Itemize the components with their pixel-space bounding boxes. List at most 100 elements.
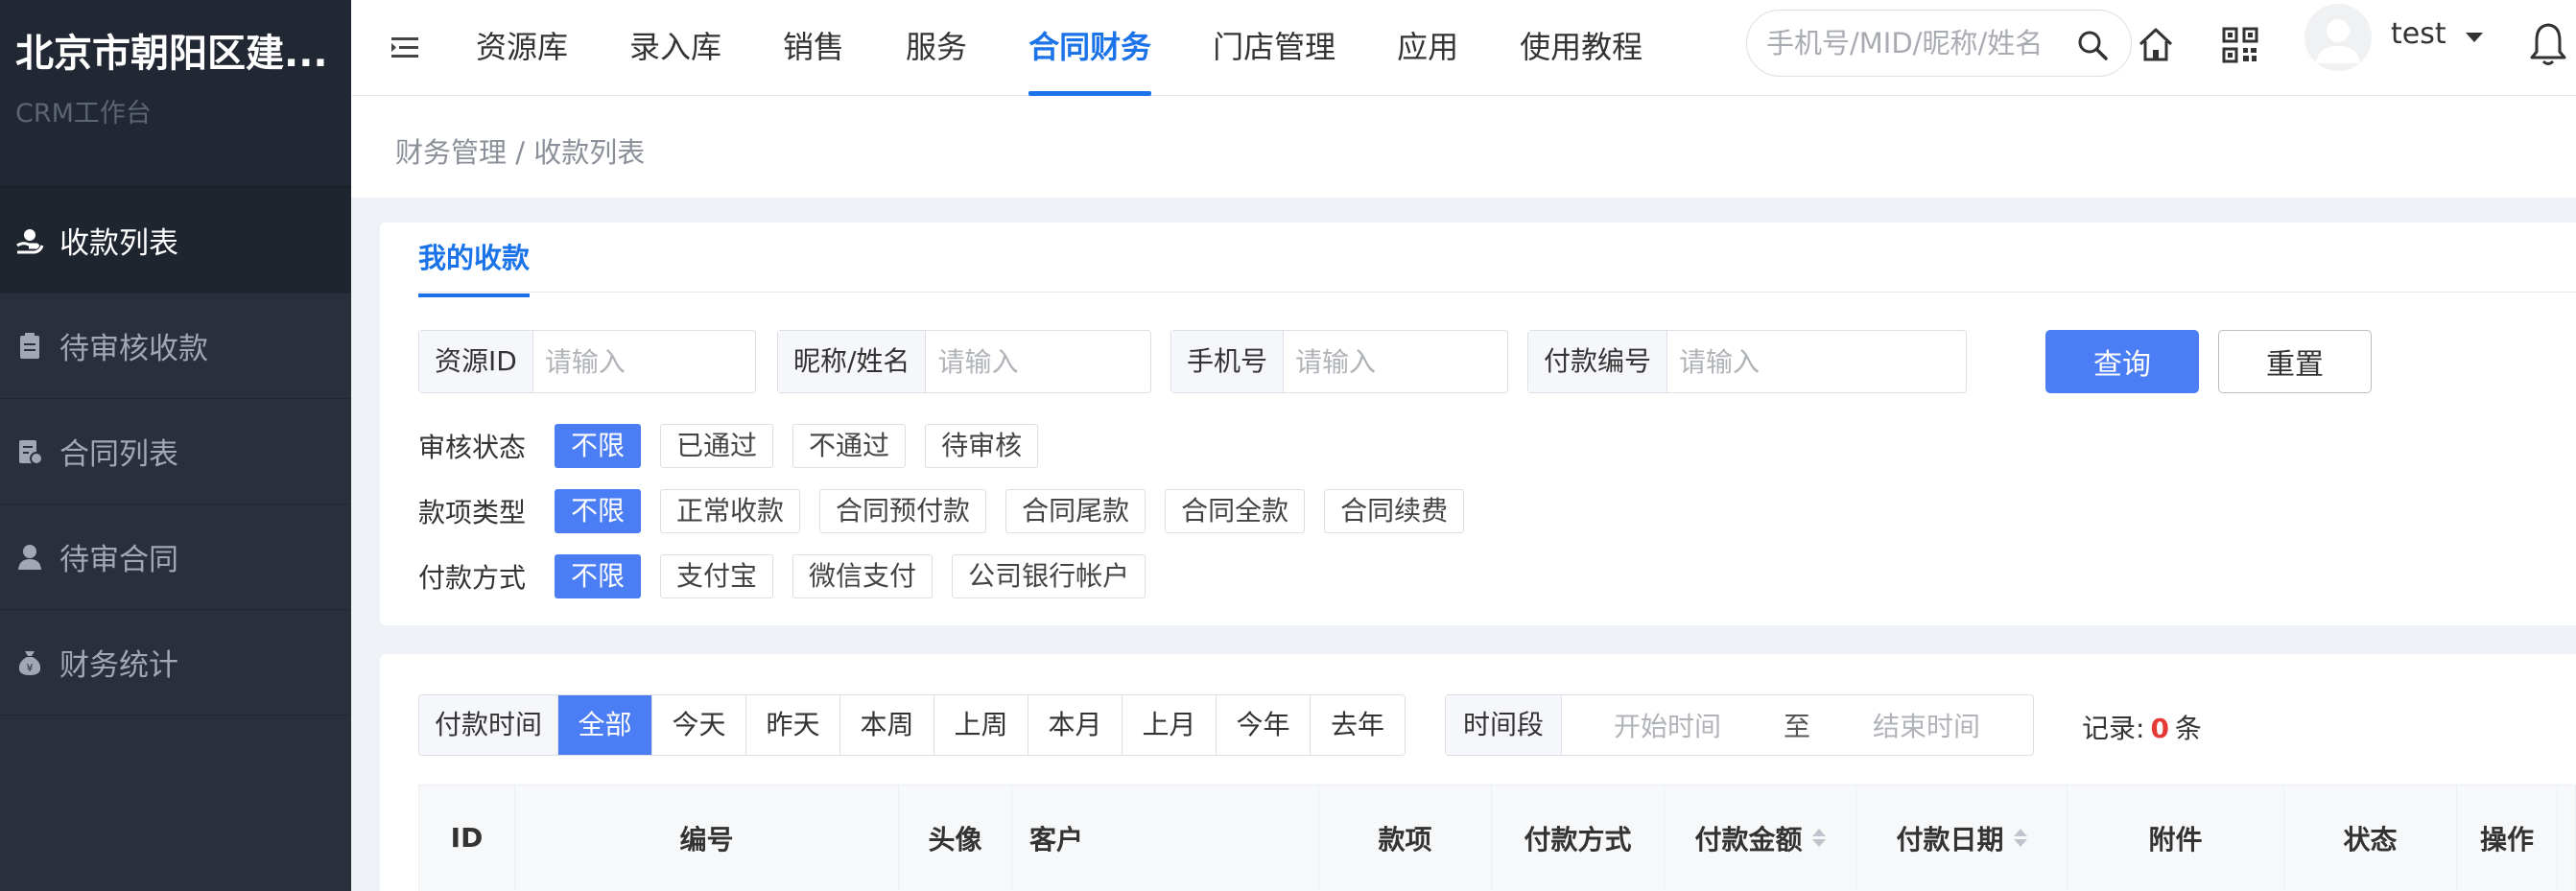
menu-collapse-icon[interactable] [388,31,422,65]
tab-my-payments[interactable]: 我的收款 [418,236,531,297]
sidebar-item-label: 收款列表 [59,226,178,261]
filter-label: 付款时间 [419,695,559,755]
sidebar-item-pending-contracts[interactable]: 待审合同 [0,504,351,610]
nickname-input[interactable] [926,331,1150,392]
hand-money-icon [15,226,44,255]
search-input[interactable] [1766,24,2073,62]
topnav-contract-finance[interactable]: 合同财务 [1028,0,1152,96]
field-label: 手机号 [1171,331,1285,392]
time-option[interactable]: 今天 [652,695,747,755]
filter-label: 款项类型 [418,497,527,528]
brand-title: 北京市朝阳区建... [15,32,328,76]
column-header-customer: 客户 [1012,785,1319,890]
topnav-tutorial[interactable]: 使用教程 [1520,0,1642,96]
home-icon[interactable] [2136,25,2176,65]
sidebar-item-contract-list[interactable]: 合同列表 [0,399,351,504]
topnav-resource-library[interactable]: 资源库 [476,0,568,96]
payment-method-option[interactable]: 不限 [555,554,642,598]
payment-time-filter: 付款时间 全部 今天 昨天 本周 上周 本月 上月 今年 去年 [418,694,1406,756]
time-option[interactable]: 全部 [558,695,653,755]
nickname-field: 昵称/姓名 [777,330,1151,393]
filter-label: 时间段 [1446,695,1563,755]
payment-type-option[interactable]: 合同全款 [1165,489,1306,533]
breadcrumb-bar: 财务管理 / 收款列表 [351,96,2576,198]
sidebar-item-pending-payments[interactable]: 待审核收款 [0,293,351,399]
qr-code-icon[interactable] [2222,27,2258,63]
record-count: 记录: 0 条 [2082,708,2202,746]
search-icon[interactable] [2075,28,2110,62]
payment-type-option[interactable]: 不限 [555,489,642,533]
column-header-amount[interactable]: 付款金额 [1665,785,1856,890]
bell-icon[interactable] [2527,21,2569,67]
audit-option[interactable]: 不通过 [792,424,907,468]
record-count-label: 记录: [2082,713,2145,744]
filter-label: 付款方式 [418,562,527,594]
record-count-value: 0 [2150,713,2169,744]
topnav-store-management[interactable]: 门店管理 [1213,0,1335,96]
username[interactable]: test [2391,17,2446,51]
breadcrumb: 财务管理 / 收款列表 [395,136,646,169]
topnav-apps[interactable]: 应用 [1397,0,1458,96]
record-count-unit: 条 [2174,713,2202,744]
brand: 北京市朝阳区建... CRM工作台 [0,0,351,188]
column-header-status: 状态 [2284,785,2457,890]
sidebar-item-payment-list[interactable]: 收款列表 [0,188,351,293]
time-option[interactable]: 去年 [1311,695,1406,755]
payment-type-option[interactable]: 合同尾款 [1005,489,1146,533]
sidebar-item-label: 财务统计 [59,648,178,683]
time-option[interactable]: 上月 [1123,695,1217,755]
phone-input[interactable] [1284,331,1507,392]
filter-panel: 我的收款 资源ID 昵称/姓名 手机号 付款编号 查询 重置 审核状态 不限 已… [380,223,2576,625]
topnav-entry-library[interactable]: 录入库 [629,0,721,96]
sidebar-item-finance-stats[interactable]: ¥ 财务统计 [0,610,351,715]
phone-field: 手机号 [1170,330,1508,393]
payment-number-input[interactable] [1667,331,1966,392]
time-option[interactable]: 本周 [840,695,935,755]
payment-method-filter: 付款方式 不限 支付宝 微信支付 公司银行帐户 [418,554,1165,598]
payment-method-option[interactable]: 微信支付 [792,554,934,598]
reset-button[interactable]: 重置 [2218,330,2372,393]
time-option[interactable]: 上周 [934,695,1029,755]
time-option[interactable]: 今年 [1217,695,1312,755]
column-header-attachment: 附件 [2068,785,2284,890]
sort-icon[interactable] [1811,829,1826,847]
audit-option[interactable]: 待审核 [925,424,1039,468]
time-option[interactable]: 昨天 [746,695,841,755]
sidebar-item-label: 待审核收款 [59,332,208,366]
time-option[interactable]: 本月 [1028,695,1123,755]
column-header-label: 付款日期 [1896,823,2004,856]
payment-type-option[interactable]: 正常收款 [660,489,801,533]
resource-id-input[interactable] [532,331,755,392]
topnav-service[interactable]: 服务 [906,0,967,96]
brand-subtitle: CRM工作台 [15,99,152,129]
payment-type-option[interactable]: 合同续费 [1324,489,1465,533]
svg-text:¥: ¥ [27,662,34,674]
sort-icon[interactable] [2013,829,2027,847]
end-date-input[interactable]: 结束时间 [1821,706,2032,744]
audit-option[interactable]: 已通过 [660,424,774,468]
topnav-sales[interactable]: 销售 [783,0,844,96]
contract-icon [15,437,44,466]
top-bar: 资源库 录入库 销售 服务 合同财务 门店管理 应用 使用教程 test [351,0,2576,96]
tab-divider [418,292,2576,293]
payment-type-filter: 款项类型 不限 正常收款 合同预付款 合同尾款 合同全款 合同续费 [418,489,1483,533]
payment-type-option[interactable]: 合同预付款 [819,489,987,533]
start-date-input[interactable]: 开始时间 [1562,706,1773,744]
column-header-date[interactable]: 付款日期 [1856,785,2068,890]
payment-method-option[interactable]: 支付宝 [660,554,774,598]
column-header-item: 款项 [1319,785,1492,890]
chevron-down-icon[interactable] [2466,33,2483,42]
payment-method-option[interactable]: 公司银行帐户 [952,554,1146,598]
column-header-actions: 操作 [2457,785,2558,890]
audit-option[interactable]: 不限 [555,424,642,468]
column-header-number: 编号 [515,785,899,890]
field-label: 昵称/姓名 [778,331,927,392]
field-label: 付款编号 [1528,331,1668,392]
sidebar-item-label: 待审合同 [59,543,178,577]
column-header-avatar: 头像 [899,785,1012,890]
query-button[interactable]: 查询 [2045,330,2199,393]
sidebar: 北京市朝阳区建... CRM工作台 收款列表 待审核收款 合同列表 待审合同 ¥… [0,0,351,891]
filter-label: 审核状态 [418,432,527,463]
sidebar-item-label: 合同列表 [59,437,178,472]
avatar[interactable] [2304,4,2372,71]
